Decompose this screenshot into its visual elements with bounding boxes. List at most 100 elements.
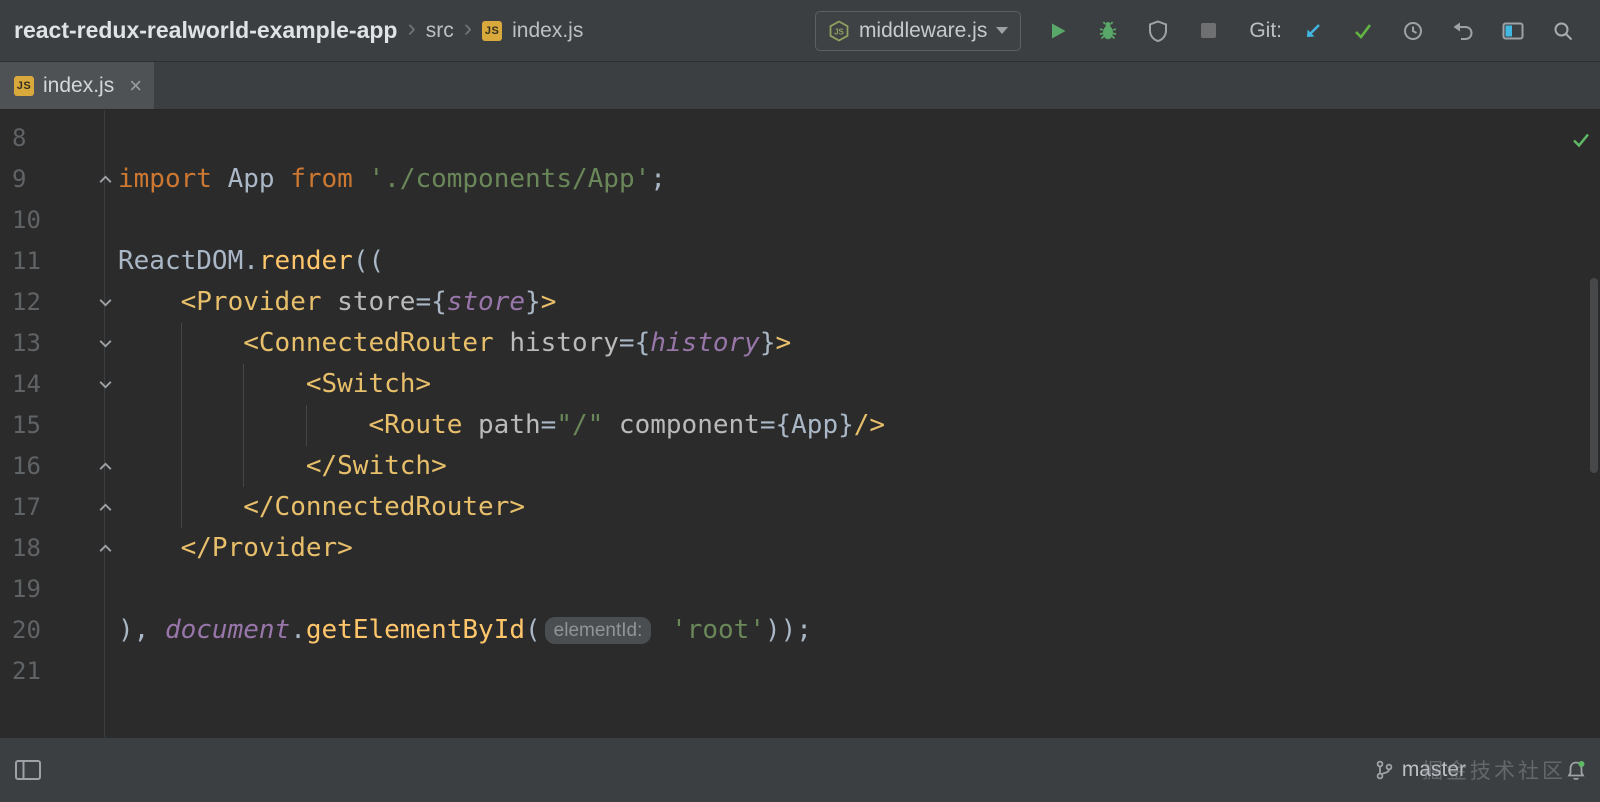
line-number[interactable]: 20 [0,610,104,651]
line-number[interactable]: 21 [0,651,104,692]
run-config-label: middleware.js [858,18,988,42]
fold-end-icon[interactable] [96,528,114,569]
code-line: 13 <ConnectedRouter history={history}> [0,323,1600,364]
toolbar-actions: JS middleware.js Git: [814,9,1588,53]
code-line: 20), document.getElementById(elementId: … [0,610,1600,651]
watermark: 掘金技术社区 [1422,760,1566,783]
chevron-separator-icon: › [463,14,473,42]
breadcrumb-src[interactable]: src [426,19,454,43]
line-number[interactable]: 18 [0,528,104,569]
gutter: 9 [0,159,111,200]
line-number[interactable]: 15 [0,405,104,446]
breadcrumb-file[interactable]: index.js [512,19,583,43]
fold-start-icon[interactable] [96,323,114,364]
gutter: 15 [0,405,104,446]
commit-check-icon [1355,23,1372,39]
chevron-separator-icon: › [407,14,416,42]
code-text[interactable] [104,200,118,241]
search-icon [1554,22,1573,40]
code-text[interactable]: <Route path="/" component={App}/> [104,405,885,446]
gutter: 10 [0,200,104,241]
tool-window-toggle-button[interactable] [14,759,42,781]
editor-tab-bar: JS index.js × [0,62,1600,110]
tool-windows-button[interactable] [1488,9,1538,53]
breadcrumb-project[interactable]: react-redux-realworld-example-app [14,17,397,44]
code-line: 15 <Route path="/" component={App}/> [0,405,1600,446]
run-icon [1052,23,1066,38]
fold-start-icon[interactable] [96,364,114,405]
code-line: 17 </ConnectedRouter> [0,487,1600,528]
code-line: 19 [0,569,1600,610]
code-text[interactable]: </Switch> [104,446,447,487]
line-number[interactable]: 16 [0,446,104,487]
code-text[interactable]: ReactDOM.render(( [104,241,384,282]
code-line: 11 ReactDOM.render(( [0,241,1600,282]
rollback-button[interactable] [1438,9,1488,53]
code-lines: 8 9 import App from './components/App'; 10 1… [0,110,1600,692]
status-bar: master 掘金技术社区 [0,737,1600,802]
line-number[interactable]: 19 [0,569,104,610]
notifications-button[interactable] [1566,759,1586,782]
line-number[interactable]: 14 [0,364,104,405]
commit-button[interactable] [1338,9,1388,53]
run-coverage-button[interactable] [1133,9,1183,53]
line-number[interactable]: 9 [0,159,104,200]
stop-button[interactable] [1183,9,1233,53]
run-config-selector[interactable]: JS middleware.js [814,10,1022,51]
line-number[interactable]: 17 [0,487,104,528]
code-text[interactable]: <ConnectedRouter history={history}> [104,323,791,364]
code-line: 9 import App from './components/App'; [0,159,1600,200]
history-button[interactable] [1388,9,1438,53]
git-branch-icon [1376,760,1393,780]
node-hexagon-icon: JS [829,19,849,42]
code-text[interactable] [104,118,118,159]
code-text[interactable] [104,569,118,610]
code-text[interactable] [104,651,118,692]
tab-close-icon[interactable]: × [129,74,142,97]
tab-index-js[interactable]: JS index.js × [0,62,155,109]
editor[interactable]: 8 9 import App from './components/App'; 10 1… [0,110,1600,737]
code-text[interactable]: import App from './components/App'; [104,159,666,200]
code-text[interactable]: <Switch> [104,364,431,405]
line-number[interactable]: 12 [0,282,104,323]
tool-windows-icon [1502,22,1524,39]
code-text[interactable]: </Provider> [104,528,353,569]
code-text[interactable]: <Provider store={store}> [104,282,557,323]
coverage-icon [1149,19,1168,42]
code-line: 12 <Provider store={store}> [0,282,1600,323]
gutter: 18 [0,528,111,569]
scrollbar-thumb[interactable] [1590,278,1598,473]
run-button[interactable] [1033,9,1083,53]
gutter: 12 [0,282,111,323]
code-line: 8 [0,118,1600,159]
fold-end-icon[interactable] [96,487,114,528]
tab-label: index.js [43,73,115,97]
gutter: 8 [0,118,104,159]
gutter: 16 [0,446,111,487]
fold-end-icon[interactable] [96,159,114,200]
debug-button[interactable] [1083,9,1133,53]
fold-end-icon[interactable] [96,446,114,487]
search-everywhere-button[interactable] [1538,9,1588,53]
line-number[interactable]: 10 [0,200,104,241]
code-line: 18 </Provider> [0,528,1600,569]
inspections-ok-icon[interactable] [1572,120,1590,161]
gutter: 21 [0,651,104,692]
gutter: 19 [0,569,104,610]
debug-icon [1100,20,1117,39]
fold-start-icon[interactable] [96,282,114,323]
code-text[interactable]: ), document.getElementById(elementId: 'r… [104,610,812,651]
line-number[interactable]: 11 [0,241,104,282]
gutter: 20 [0,610,104,651]
code-line: 10 [0,200,1600,241]
stop-icon [1200,23,1216,38]
js-file-icon: JS [14,75,34,96]
gutter: 14 [0,364,111,405]
update-project-button[interactable] [1288,9,1338,53]
notifications-bell-icon [1567,760,1585,780]
code-text[interactable]: </ConnectedRouter> [104,487,525,528]
line-number[interactable]: 8 [0,118,104,159]
breadcrumb: react-redux-realworld-example-app › src … [14,14,583,44]
rollback-undo-icon [1453,22,1473,40]
line-number[interactable]: 13 [0,323,104,364]
